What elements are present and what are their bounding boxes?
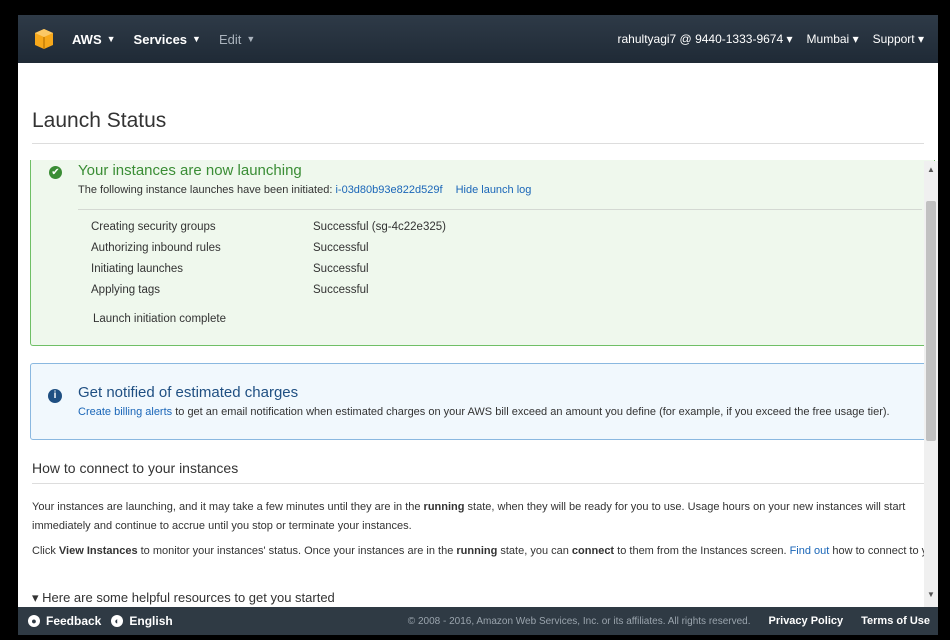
billing-info-panel: i Get notified of estimated charges Crea… [30,363,935,440]
billing-info-title: Get notified of estimated charges [78,384,299,401]
billing-info-text: Create billing alerts to get an email no… [78,406,890,418]
info-circle-icon: i [48,389,62,403]
launch-log: Creating security groups Successful (sg-… [91,216,446,300]
launch-log-row: Authorizing inbound rules Successful [91,237,446,258]
privacy-policy-link[interactable]: Privacy Policy [769,615,844,627]
vertical-scrollbar[interactable]: ▲ ▼ [924,161,938,607]
services-menu[interactable]: Services ▼ [134,32,201,47]
scrollbar-thumb[interactable] [926,201,936,441]
text: how to connect to your instances. [832,545,938,557]
text: to monitor your instances' status. Once … [137,545,457,557]
launch-success-panel: ✔ Your instances are now launching The f… [30,160,935,346]
account-menu[interactable]: rahultyagi7 @ 9440-1333-9674 ▾ [618,32,793,46]
text-bold: running [423,501,465,513]
instance-id-link[interactable]: i-03d80b93e822d529f [335,184,442,196]
helpful-resources-toggle[interactable]: ▾ Here are some helpful resources to get… [32,590,335,606]
divider [78,209,922,210]
speech-bubble-icon: ● [28,615,40,627]
launch-log-row: Applying tags Successful [91,279,446,300]
success-title: Your instances are now launching [78,162,302,179]
chevron-down-icon: ▾ [917,32,924,46]
step-name: Authorizing inbound rules [91,241,221,254]
aws-menu-label: AWS [72,31,102,47]
billing-info-description: to get an email notification when estima… [172,406,890,418]
step-status: Successful (sg-4c22e325) [313,220,446,233]
chevron-down-icon: ▼ [192,34,201,44]
hide-launch-log-link[interactable]: Hide launch log [456,184,532,196]
feedback-button[interactable]: ● Feedback [28,614,101,628]
divider [32,143,924,144]
success-subtitle: The following instance launches have bee… [78,184,531,196]
scroll-down-arrow-icon[interactable]: ▼ [924,590,938,599]
globe-icon: ◐ [111,615,124,627]
scroll-up-arrow-icon[interactable]: ▲ [924,165,938,174]
connect-heading: How to connect to your instances [32,460,239,476]
edit-menu-label: Edit [218,31,242,47]
copyright-text: © 2008 - 2016, Amazon Web Services, Inc.… [407,615,751,627]
step-name: Creating security groups [91,220,216,233]
region-menu[interactable]: Mumbai ▾ [807,32,859,46]
step-name: Applying tags [91,283,161,296]
aws-cube-logo-icon[interactable] [34,28,54,50]
text: to them from the Instances screen. [614,545,790,557]
terms-of-use-link[interactable]: Terms of Use [861,615,930,627]
window-frame: AWS ▼ Services ▼ Edit ▼ rahultyagi7 @ 94… [0,0,950,640]
account-label: rahultyagi7 @ 9440-1333-9674 [617,32,784,46]
support-menu[interactable]: Support ▾ [873,32,924,46]
region-label: Mumbai [806,32,850,46]
footer-bar: ● Feedback ◐ English © 2008 - 2016, Amaz… [18,607,938,635]
step-name: Initiating launches [91,262,184,275]
check-circle-icon: ✔ [49,166,62,179]
step-status: Successful [313,262,369,275]
chevron-down-icon: ▼ [106,34,116,44]
edit-menu[interactable]: Edit ▼ [219,32,255,47]
divider [32,483,924,484]
create-billing-alerts-link[interactable]: Create billing alerts [78,406,172,418]
aws-menu[interactable]: AWS ▼ [72,32,116,47]
top-navigation-bar: AWS ▼ Services ▼ Edit ▼ rahultyagi7 @ 94… [18,15,938,63]
connect-paragraph-1: Your instances are launching, and it may… [32,498,927,536]
page-title: Launch Status [32,109,167,132]
main-content: Launch Status ✔ Your instances are now l… [18,63,938,607]
chevron-down-icon: ▼ [246,34,256,44]
find-out-link[interactable]: Find out [790,545,830,557]
step-status: Successful [313,283,369,296]
chevron-down-icon: ▾ [852,32,859,46]
launch-complete-text: Launch initiation complete [93,313,226,325]
connect-paragraph-2: Click View Instances to monitor your ins… [32,545,938,557]
chevron-down-icon: ▾ [786,32,793,46]
launch-log-row: Initiating launches Successful [91,258,446,279]
feedback-label: Feedback [46,614,102,628]
language-selector[interactable]: ◐ English [111,614,173,628]
text-bold: View Instances [58,545,138,557]
text-bold: running [456,545,498,557]
language-label: English [129,614,173,628]
success-subtitle-text: The following instance launches have bee… [78,184,333,196]
services-menu-label: Services [133,31,188,47]
support-label: Support [872,32,915,46]
text: Your instances are launching, and it may… [32,501,424,513]
text-bold: connect [571,545,615,557]
text: Click [32,545,59,557]
step-status: Successful [313,241,369,254]
text: state, you can [497,545,572,557]
launch-log-row: Creating security groups Successful (sg-… [91,216,446,237]
